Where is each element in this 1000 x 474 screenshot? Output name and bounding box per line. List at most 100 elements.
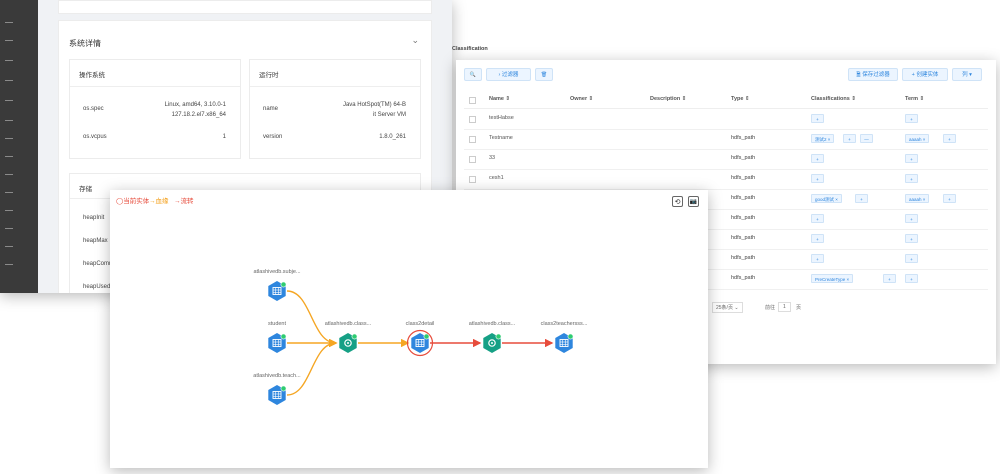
filter-button[interactable]: › 过滤器: [486, 68, 531, 81]
add-classification-button[interactable]: +: [843, 134, 856, 143]
table-node[interactable]: [555, 333, 574, 353]
add-term-button[interactable]: +: [905, 114, 918, 123]
select-all-checkbox[interactable]: [469, 97, 476, 104]
cell-name[interactable]: Testname: [489, 135, 513, 141]
add-term-button[interactable]: +: [943, 194, 956, 203]
cell-type: hdfs_path: [731, 275, 756, 281]
columns-label: 列: [962, 72, 968, 78]
save-filter-label: 保存过滤器: [862, 72, 890, 78]
cell-type: hdfs_path: [731, 195, 756, 201]
tag-label: good测试: [815, 197, 835, 202]
column-header-owner[interactable]: Owner ⇕: [570, 96, 593, 102]
add-classification-button[interactable]: +: [855, 194, 868, 203]
cell-name[interactable]: 33: [489, 155, 495, 161]
tag-label: aaaah: [909, 197, 922, 202]
columns-button[interactable]: 列 ▾: [952, 68, 982, 81]
collapse-chevron-icon[interactable]: ⌄: [411, 35, 419, 46]
row-checkbox[interactable]: [469, 176, 476, 183]
node-label: atlashivedb.class...: [468, 321, 516, 327]
row-checkbox[interactable]: [469, 156, 476, 163]
add-term-button[interactable]: +: [943, 134, 956, 143]
table-node[interactable]: [268, 333, 287, 353]
process-node[interactable]: [483, 333, 502, 353]
classification-tag[interactable]: 测试2 ×: [811, 134, 835, 143]
cell-name[interactable]: testHabse: [489, 115, 514, 121]
close-icon[interactable]: ×: [922, 137, 926, 142]
runtime-name-value-line2: it Server VM: [372, 112, 406, 118]
create-entity-label: 创建实体: [916, 72, 939, 78]
add-term-button[interactable]: +: [905, 234, 918, 243]
page-size-select[interactable]: 25条/页 ⌄: [712, 302, 743, 313]
table-row: 33 hdfs_path + +: [464, 149, 988, 170]
column-header-type[interactable]: Type ⇕: [731, 96, 750, 102]
add-classification-button[interactable]: +: [883, 274, 896, 283]
column-header-classifications[interactable]: Classifications ⇕: [811, 96, 856, 102]
close-icon[interactable]: ×: [922, 197, 926, 202]
add-classification-button[interactable]: +: [811, 174, 824, 183]
plus-icon: +: [911, 72, 915, 78]
status-badge: [280, 333, 287, 340]
table-node[interactable]: [268, 385, 287, 405]
classification-tag[interactable]: PreCreateType ×: [811, 274, 854, 283]
cell-type: hdfs_path: [731, 215, 756, 221]
os-spec-key: os.spec: [83, 106, 104, 112]
classification-peek-text: Classification: [452, 46, 488, 52]
page-number-input[interactable]: 1: [778, 302, 791, 312]
close-icon[interactable]: ×: [834, 197, 838, 202]
add-term-button[interactable]: +: [905, 214, 918, 223]
add-term-button[interactable]: +: [905, 274, 918, 283]
tag-label: PreCreateType: [815, 277, 846, 282]
add-classification-button[interactable]: +: [811, 214, 824, 223]
classification-tag[interactable]: good测试 ×: [811, 194, 842, 203]
column-header-description[interactable]: Description ⇕: [650, 96, 686, 102]
node-label: atlashivedb.teach...: [253, 373, 301, 379]
add-classification-button[interactable]: +: [811, 254, 824, 263]
runtime-version-key: version: [263, 134, 283, 140]
process-node[interactable]: [339, 333, 358, 353]
row-checkbox[interactable]: [469, 136, 476, 143]
trash-icon: 🗑: [540, 72, 548, 78]
row-checkbox[interactable]: [469, 116, 476, 123]
term-tag[interactable]: aaaah ×: [905, 194, 930, 203]
runtime-name-value-line1: Java HotSpot(TM) 64-B: [342, 102, 406, 108]
remove-classification-button[interactable]: —: [860, 134, 873, 143]
add-term-button[interactable]: +: [905, 254, 918, 263]
os-vcpus-key: os.vcpus: [83, 134, 107, 140]
status-badge: [280, 281, 287, 288]
save-filter-button[interactable]: 🗎 保存过滤器: [848, 68, 898, 81]
add-term-button[interactable]: +: [905, 174, 918, 183]
status-badge: [567, 333, 574, 340]
search-button[interactable]: 🔍: [464, 68, 482, 81]
cell-name[interactable]: cesh1: [489, 175, 504, 181]
search-icon: 🔍: [469, 72, 477, 78]
close-icon[interactable]: ×: [827, 137, 831, 142]
cell-type: hdfs_path: [731, 155, 756, 161]
table-node[interactable]: [406, 329, 434, 357]
term-tag[interactable]: aaaah ×: [905, 134, 930, 143]
delete-button[interactable]: 🗑: [535, 68, 553, 81]
goto-label: 前往: [765, 305, 776, 311]
status-badge: [423, 333, 430, 340]
add-classification-button[interactable]: +: [811, 114, 824, 123]
column-header-name[interactable]: Name ⇕: [489, 96, 510, 102]
column-header-term[interactable]: Term ⇕: [905, 96, 924, 102]
table-node[interactable]: [268, 281, 287, 301]
lineage-edge: [286, 290, 338, 348]
os-card: 操作系统 os.spec Linux, amd64, 3.10.0-1 127.…: [69, 59, 241, 159]
create-entity-button[interactable]: + 创建实体: [902, 68, 948, 81]
top-card: [58, 0, 432, 14]
os-spec-value-line2: 127.18.2.el7.x86_64: [171, 112, 226, 118]
runtime-card-title: 运行时: [259, 72, 279, 79]
close-icon[interactable]: ×: [845, 277, 850, 282]
status-badge: [280, 385, 287, 392]
node-label: class2detail: [405, 321, 435, 327]
add-term-button[interactable]: +: [905, 154, 918, 163]
storage-item: heapInit: [83, 215, 105, 221]
add-classification-button[interactable]: +: [811, 234, 824, 243]
add-classification-button[interactable]: +: [811, 154, 824, 163]
node-label: class2teachersss...: [540, 321, 588, 327]
storage-item: heapUsed: [83, 284, 111, 290]
lineage-graph: [268, 281, 574, 405]
lineage-graph-window: ◯当前实体 →血缘 →流转 ⟲ 📷 atlashivedb.subje... st…: [110, 190, 708, 468]
node-label: student: [267, 321, 287, 327]
